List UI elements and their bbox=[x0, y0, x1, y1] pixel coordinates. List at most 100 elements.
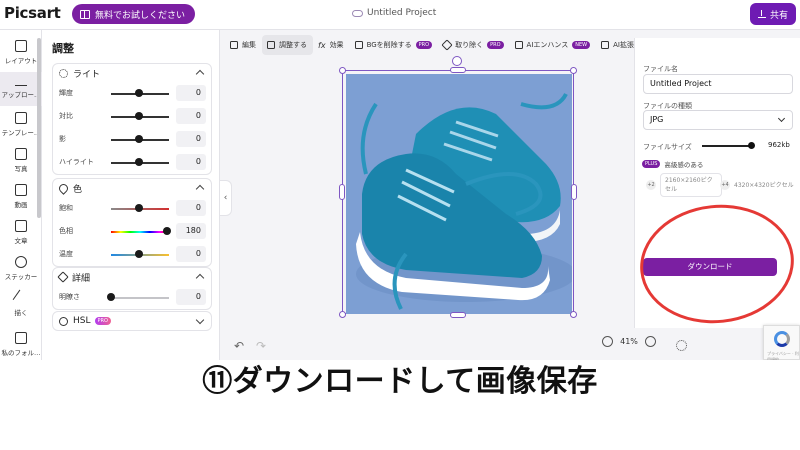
template-icon bbox=[15, 112, 27, 124]
collapse-panel-handle[interactable]: ‹ bbox=[220, 180, 232, 216]
file-name-label: ファイル名 bbox=[643, 65, 678, 73]
redo-icon[interactable]: ↷ bbox=[256, 339, 266, 353]
file-type-value: JPG bbox=[650, 115, 664, 124]
remove-bg-icon bbox=[354, 41, 363, 49]
resolution-option-4x[interactable]: +4 4320×4320ピクセル bbox=[720, 173, 796, 197]
plus-badge: PLUS bbox=[642, 160, 661, 168]
eraser-icon bbox=[441, 39, 453, 51]
shadow-row: 影 0 bbox=[53, 128, 211, 151]
resize-handle-bottom[interactable] bbox=[450, 312, 466, 318]
slider-handle[interactable] bbox=[163, 227, 171, 235]
hsl-icon bbox=[59, 316, 68, 326]
gear-icon[interactable] bbox=[676, 340, 687, 351]
tool-label: 取り除く bbox=[455, 41, 484, 49]
rail-item-label: レイアウト bbox=[4, 57, 38, 65]
recaptcha-badge[interactable]: プライバシー · 利用規約 bbox=[763, 325, 800, 360]
chevron-up-icon bbox=[195, 184, 205, 194]
slider-handle[interactable] bbox=[135, 89, 143, 97]
slider-handle[interactable] bbox=[135, 250, 143, 258]
high-quality-label: 高級感のある bbox=[664, 161, 704, 169]
rail-item-upload[interactable]: アップロー… bbox=[0, 72, 42, 106]
resolution-tag: +2 bbox=[646, 180, 656, 190]
temperature-value[interactable]: 0 bbox=[176, 246, 206, 262]
slider-handle[interactable] bbox=[135, 158, 143, 166]
hue-slider[interactable] bbox=[111, 231, 169, 233]
file-type-select[interactable]: JPG bbox=[643, 110, 793, 130]
resolution-label: 2160×2160ピクセル bbox=[660, 173, 722, 197]
tool-remove-object[interactable]: 取り除く PRO bbox=[438, 35, 509, 55]
saturation-value[interactable]: 0 bbox=[176, 200, 206, 216]
share-button[interactable]: 共有 bbox=[750, 3, 796, 25]
project-title[interactable]: Untitled Project bbox=[352, 8, 436, 18]
high-quality-option[interactable]: PLUS 高級感のある bbox=[642, 159, 703, 169]
clarity-slider[interactable] bbox=[111, 297, 169, 299]
resolution-option-2x[interactable]: +2 2160×2160ピクセル bbox=[646, 173, 722, 197]
tool-ai-enhance[interactable]: AIエンハンス NEW bbox=[510, 35, 597, 55]
picsart-logo[interactable]: Picsart bbox=[4, 4, 61, 22]
tool-remove-bg[interactable]: BGを削除する PRO bbox=[350, 35, 439, 55]
pro-badge: PRO bbox=[94, 317, 111, 325]
zoom-in-icon[interactable] bbox=[645, 336, 656, 347]
resize-handle-bottom-right[interactable] bbox=[570, 311, 577, 318]
highlight-row: ハイライト 0 bbox=[53, 151, 211, 174]
tool-label: AIエンハンス bbox=[526, 41, 569, 49]
slider-handle[interactable] bbox=[135, 112, 143, 120]
rail-scrollbar[interactable] bbox=[37, 38, 41, 218]
rail-item-label: 文章 bbox=[14, 237, 28, 245]
resize-handle-bottom-left[interactable] bbox=[339, 311, 346, 318]
file-size-slider[interactable] bbox=[702, 145, 750, 147]
saturation-row: 飽和 0 bbox=[53, 197, 211, 220]
slider-handle[interactable] bbox=[107, 293, 115, 301]
resize-handle-top-right[interactable] bbox=[570, 67, 577, 74]
rail-item-video[interactable]: 動画 bbox=[0, 182, 42, 216]
contrast-value[interactable]: 0 bbox=[176, 108, 206, 124]
slider-handle[interactable] bbox=[135, 135, 143, 143]
clarity-value[interactable]: 0 bbox=[176, 289, 206, 305]
rail-item-label: 動画 bbox=[14, 201, 28, 209]
details-section-header[interactable]: 詳細 bbox=[53, 268, 211, 286]
rail-item-text[interactable]: 文章 bbox=[0, 218, 42, 252]
sneaker-photo[interactable] bbox=[346, 74, 572, 314]
resize-handle-right[interactable] bbox=[571, 184, 577, 200]
folder-icon bbox=[15, 332, 27, 344]
file-name-input[interactable]: Untitled Project bbox=[643, 74, 793, 94]
chevron-up-icon bbox=[195, 69, 205, 79]
rail-item-draw[interactable]: 描く bbox=[0, 289, 42, 324]
resize-handle-left[interactable] bbox=[339, 184, 345, 200]
shadow-value[interactable]: 0 bbox=[176, 131, 206, 147]
rail-item-layout[interactable]: レイアウト bbox=[0, 38, 42, 72]
zoom-out-icon[interactable] bbox=[602, 336, 613, 347]
highlight-value[interactable]: 0 bbox=[176, 154, 206, 170]
tool-label: 効果 bbox=[329, 41, 344, 49]
rail-item-label: 写真 bbox=[14, 165, 28, 173]
slider-label: 影 bbox=[59, 135, 66, 143]
hsl-section-header[interactable]: HSL PRO bbox=[53, 312, 211, 330]
tool-effects[interactable]: fx 効果 bbox=[313, 35, 350, 55]
resize-handle-top[interactable] bbox=[450, 67, 466, 73]
layout-icon bbox=[15, 40, 27, 52]
rail-item-stickers[interactable]: ステッカー bbox=[0, 254, 42, 288]
slider-label: 輝度 bbox=[59, 89, 73, 97]
light-section-header[interactable]: ライト bbox=[53, 64, 211, 82]
slider-handle[interactable] bbox=[135, 204, 143, 212]
hue-value[interactable]: 180 bbox=[176, 223, 206, 239]
slider-label: ハイライト bbox=[59, 158, 94, 166]
zoom-level[interactable]: 41% bbox=[620, 337, 638, 346]
tool-label: AI拡張 bbox=[613, 41, 634, 49]
undo-icon[interactable]: ↶ bbox=[234, 339, 244, 353]
tool-adjust[interactable]: 調整する bbox=[262, 35, 313, 55]
chevron-down-icon bbox=[195, 315, 205, 325]
color-section-header[interactable]: 色 bbox=[53, 179, 211, 197]
free-trial-button[interactable]: 無料でお試しください bbox=[72, 4, 196, 24]
resize-handle-top-left[interactable] bbox=[339, 67, 346, 74]
tool-edit[interactable]: 編集 bbox=[225, 35, 262, 55]
file-size-slider-handle[interactable] bbox=[748, 142, 755, 149]
droplet-icon bbox=[57, 181, 70, 195]
download-icon bbox=[757, 10, 766, 18]
gift-icon bbox=[80, 9, 90, 19]
rail-item-photos[interactable]: 写真 bbox=[0, 146, 42, 180]
brightness-value[interactable]: 0 bbox=[176, 85, 206, 101]
rotate-handle[interactable] bbox=[452, 56, 462, 66]
slider-label: 色相 bbox=[59, 227, 73, 235]
rail-item-templates[interactable]: テンプレー… bbox=[0, 110, 42, 144]
